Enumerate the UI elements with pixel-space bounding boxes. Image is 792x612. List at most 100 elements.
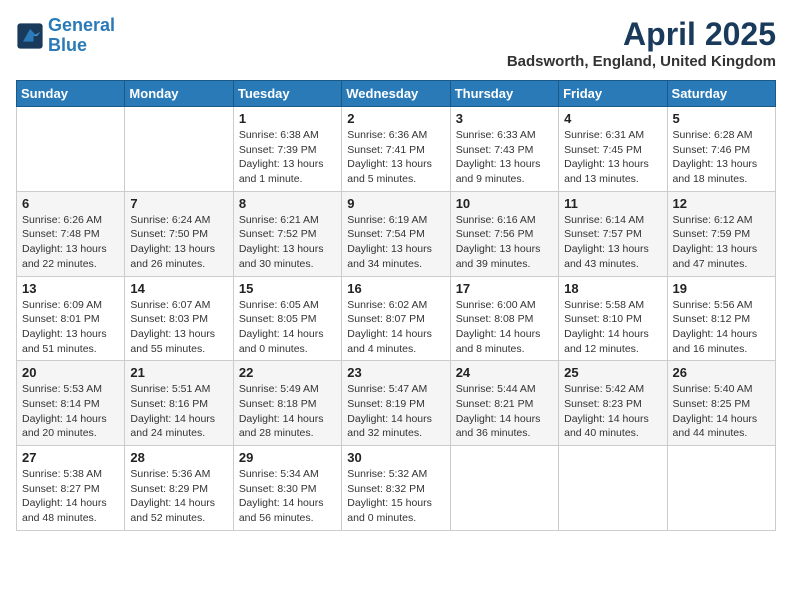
calendar-cell <box>450 446 558 531</box>
calendar-cell <box>667 446 775 531</box>
calendar-cell: 8Sunrise: 6:21 AMSunset: 7:52 PMDaylight… <box>233 191 341 276</box>
day-number: 30 <box>347 450 444 465</box>
day-number: 27 <box>22 450 119 465</box>
calendar-week-row: 13 Sunrise: 6:09 AMSunset: 8:01 PMDayligh… <box>17 276 776 361</box>
day-number: 4 <box>564 111 661 126</box>
day-number: 9 <box>347 196 444 211</box>
calendar-cell: 18Sunrise: 5:58 AMSunset: 8:10 PMDayligh… <box>559 276 667 361</box>
day-number: 5 <box>673 111 770 126</box>
calendar-cell: 28 Sunrise: 5:36 AMSunset: 8:29 PMDayligh… <box>125 446 233 531</box>
calendar-cell: 20 Sunrise: 5:53 AMSunset: 8:14 PMDayligh… <box>17 361 125 446</box>
page-header: GeneralBlue April 2025 Badsworth, Englan… <box>16 16 776 70</box>
calendar-cell: 7 Sunrise: 6:24 AMSunset: 7:50 PMDaylight… <box>125 191 233 276</box>
day-number: 3 <box>456 111 553 126</box>
day-details: Sunrise: 5:51 AMSunset: 8:16 PMDaylight:… <box>130 382 227 441</box>
calendar-cell <box>559 446 667 531</box>
calendar-cell: 14Sunrise: 6:07 AMSunset: 8:03 PMDayligh… <box>125 276 233 361</box>
calendar-cell: 26 Sunrise: 5:40 AMSunset: 8:25 PMDayligh… <box>667 361 775 446</box>
weekday-header-row: SundayMondayTuesdayWednesdayThursdayFrid… <box>17 81 776 107</box>
day-details: Sunrise: 5:38 AMSunset: 8:27 PMDaylight:… <box>22 467 119 526</box>
calendar-cell: 22 Sunrise: 5:49 AMSunset: 8:18 PMDayligh… <box>233 361 341 446</box>
day-details: Sunrise: 6:36 AMSunset: 7:41 PMDaylight:… <box>347 128 444 187</box>
day-details: Sunrise: 5:36 AMSunset: 8:29 PMDaylight:… <box>130 467 227 526</box>
day-number: 18 <box>564 281 661 296</box>
calendar-cell <box>17 107 125 192</box>
day-details: Sunrise: 6:16 AMSunset: 7:56 PMDaylight:… <box>456 213 553 272</box>
day-number: 10 <box>456 196 553 211</box>
day-number: 23 <box>347 365 444 380</box>
day-details: Sunrise: 5:49 AMSunset: 8:18 PMDaylight:… <box>239 382 336 441</box>
day-number: 13 <box>22 281 119 296</box>
calendar-cell: 17Sunrise: 6:00 AMSunset: 8:08 PMDayligh… <box>450 276 558 361</box>
weekday-header: Monday <box>125 81 233 107</box>
calendar-cell: 12Sunrise: 6:12 AMSunset: 7:59 PMDayligh… <box>667 191 775 276</box>
calendar-cell: 25 Sunrise: 5:42 AMSunset: 8:23 PMDayligh… <box>559 361 667 446</box>
day-number: 29 <box>239 450 336 465</box>
calendar-table: SundayMondayTuesdayWednesdayThursdayFrid… <box>16 80 776 531</box>
day-details: Sunrise: 5:53 AMSunset: 8:14 PMDaylight:… <box>22 382 119 441</box>
day-number: 25 <box>564 365 661 380</box>
day-details: Sunrise: 6:24 AMSunset: 7:50 PMDaylight:… <box>130 213 227 272</box>
day-number: 7 <box>130 196 227 211</box>
day-details: Sunrise: 6:05 AMSunset: 8:05 PMDaylight:… <box>239 298 336 357</box>
calendar-cell: 16Sunrise: 6:02 AMSunset: 8:07 PMDayligh… <box>342 276 450 361</box>
day-details: Sunrise: 6:26 AMSunset: 7:48 PMDaylight:… <box>22 213 119 272</box>
month-year: April 2025 <box>507 16 776 53</box>
day-details: Sunrise: 5:47 AMSunset: 8:19 PMDaylight:… <box>347 382 444 441</box>
weekday-header: Friday <box>559 81 667 107</box>
day-details: Sunrise: 6:33 AMSunset: 7:43 PMDaylight:… <box>456 128 553 187</box>
day-number: 22 <box>239 365 336 380</box>
calendar-cell: 15 Sunrise: 6:05 AMSunset: 8:05 PMDayligh… <box>233 276 341 361</box>
calendar-cell: 21 Sunrise: 5:51 AMSunset: 8:16 PMDayligh… <box>125 361 233 446</box>
day-details: Sunrise: 5:34 AMSunset: 8:30 PMDaylight:… <box>239 467 336 526</box>
day-number: 24 <box>456 365 553 380</box>
calendar-cell: 11 Sunrise: 6:14 AMSunset: 7:57 PMDayligh… <box>559 191 667 276</box>
weekday-header: Sunday <box>17 81 125 107</box>
day-details: Sunrise: 6:38 AMSunset: 7:39 PMDaylight:… <box>239 128 336 187</box>
day-details: Sunrise: 5:32 AMSunset: 8:32 PMDaylight:… <box>347 467 444 526</box>
calendar-cell: 23 Sunrise: 5:47 AMSunset: 8:19 PMDayligh… <box>342 361 450 446</box>
day-details: Sunrise: 6:00 AMSunset: 8:08 PMDaylight:… <box>456 298 553 357</box>
day-details: Sunrise: 6:02 AMSunset: 8:07 PMDaylight:… <box>347 298 444 357</box>
calendar-cell: 29 Sunrise: 5:34 AMSunset: 8:30 PMDayligh… <box>233 446 341 531</box>
calendar-cell: 4 Sunrise: 6:31 AMSunset: 7:45 PMDaylight… <box>559 107 667 192</box>
title-block: April 2025 Badsworth, England, United Ki… <box>507 16 776 70</box>
calendar-cell: 10 Sunrise: 6:16 AMSunset: 7:56 PMDayligh… <box>450 191 558 276</box>
calendar-cell <box>125 107 233 192</box>
weekday-header: Wednesday <box>342 81 450 107</box>
day-details: Sunrise: 5:40 AMSunset: 8:25 PMDaylight:… <box>673 382 770 441</box>
location: Badsworth, England, United Kingdom <box>507 53 776 70</box>
day-details: Sunrise: 6:21 AMSunset: 7:52 PMDaylight:… <box>239 213 336 272</box>
day-details: Sunrise: 6:09 AMSunset: 8:01 PMDaylight:… <box>22 298 119 357</box>
calendar-cell: 1Sunrise: 6:38 AMSunset: 7:39 PMDaylight… <box>233 107 341 192</box>
logo-text: GeneralBlue <box>48 16 115 56</box>
day-number: 21 <box>130 365 227 380</box>
calendar-week-row: 1Sunrise: 6:38 AMSunset: 7:39 PMDaylight… <box>17 107 776 192</box>
day-number: 15 <box>239 281 336 296</box>
day-details: Sunrise: 6:07 AMSunset: 8:03 PMDaylight:… <box>130 298 227 357</box>
weekday-header: Tuesday <box>233 81 341 107</box>
day-number: 11 <box>564 196 661 211</box>
day-number: 20 <box>22 365 119 380</box>
day-details: Sunrise: 6:12 AMSunset: 7:59 PMDaylight:… <box>673 213 770 272</box>
calendar-cell: 27 Sunrise: 5:38 AMSunset: 8:27 PMDayligh… <box>17 446 125 531</box>
calendar-week-row: 27 Sunrise: 5:38 AMSunset: 8:27 PMDayligh… <box>17 446 776 531</box>
day-details: Sunrise: 6:28 AMSunset: 7:46 PMDaylight:… <box>673 128 770 187</box>
day-details: Sunrise: 5:42 AMSunset: 8:23 PMDaylight:… <box>564 382 661 441</box>
weekday-header: Thursday <box>450 81 558 107</box>
logo: GeneralBlue <box>16 16 115 56</box>
weekday-header: Saturday <box>667 81 775 107</box>
day-number: 26 <box>673 365 770 380</box>
day-number: 6 <box>22 196 119 211</box>
calendar-week-row: 6 Sunrise: 6:26 AMSunset: 7:48 PMDaylight… <box>17 191 776 276</box>
day-number: 2 <box>347 111 444 126</box>
calendar-cell: 30 Sunrise: 5:32 AMSunset: 8:32 PMDayligh… <box>342 446 450 531</box>
calendar-cell: 6 Sunrise: 6:26 AMSunset: 7:48 PMDaylight… <box>17 191 125 276</box>
calendar-cell: 24Sunrise: 5:44 AMSunset: 8:21 PMDayligh… <box>450 361 558 446</box>
calendar-cell: 3 Sunrise: 6:33 AMSunset: 7:43 PMDaylight… <box>450 107 558 192</box>
calendar-cell: 2 Sunrise: 6:36 AMSunset: 7:41 PMDaylight… <box>342 107 450 192</box>
day-details: Sunrise: 6:31 AMSunset: 7:45 PMDaylight:… <box>564 128 661 187</box>
day-number: 28 <box>130 450 227 465</box>
calendar-week-row: 20 Sunrise: 5:53 AMSunset: 8:14 PMDayligh… <box>17 361 776 446</box>
day-details: Sunrise: 6:14 AMSunset: 7:57 PMDaylight:… <box>564 213 661 272</box>
